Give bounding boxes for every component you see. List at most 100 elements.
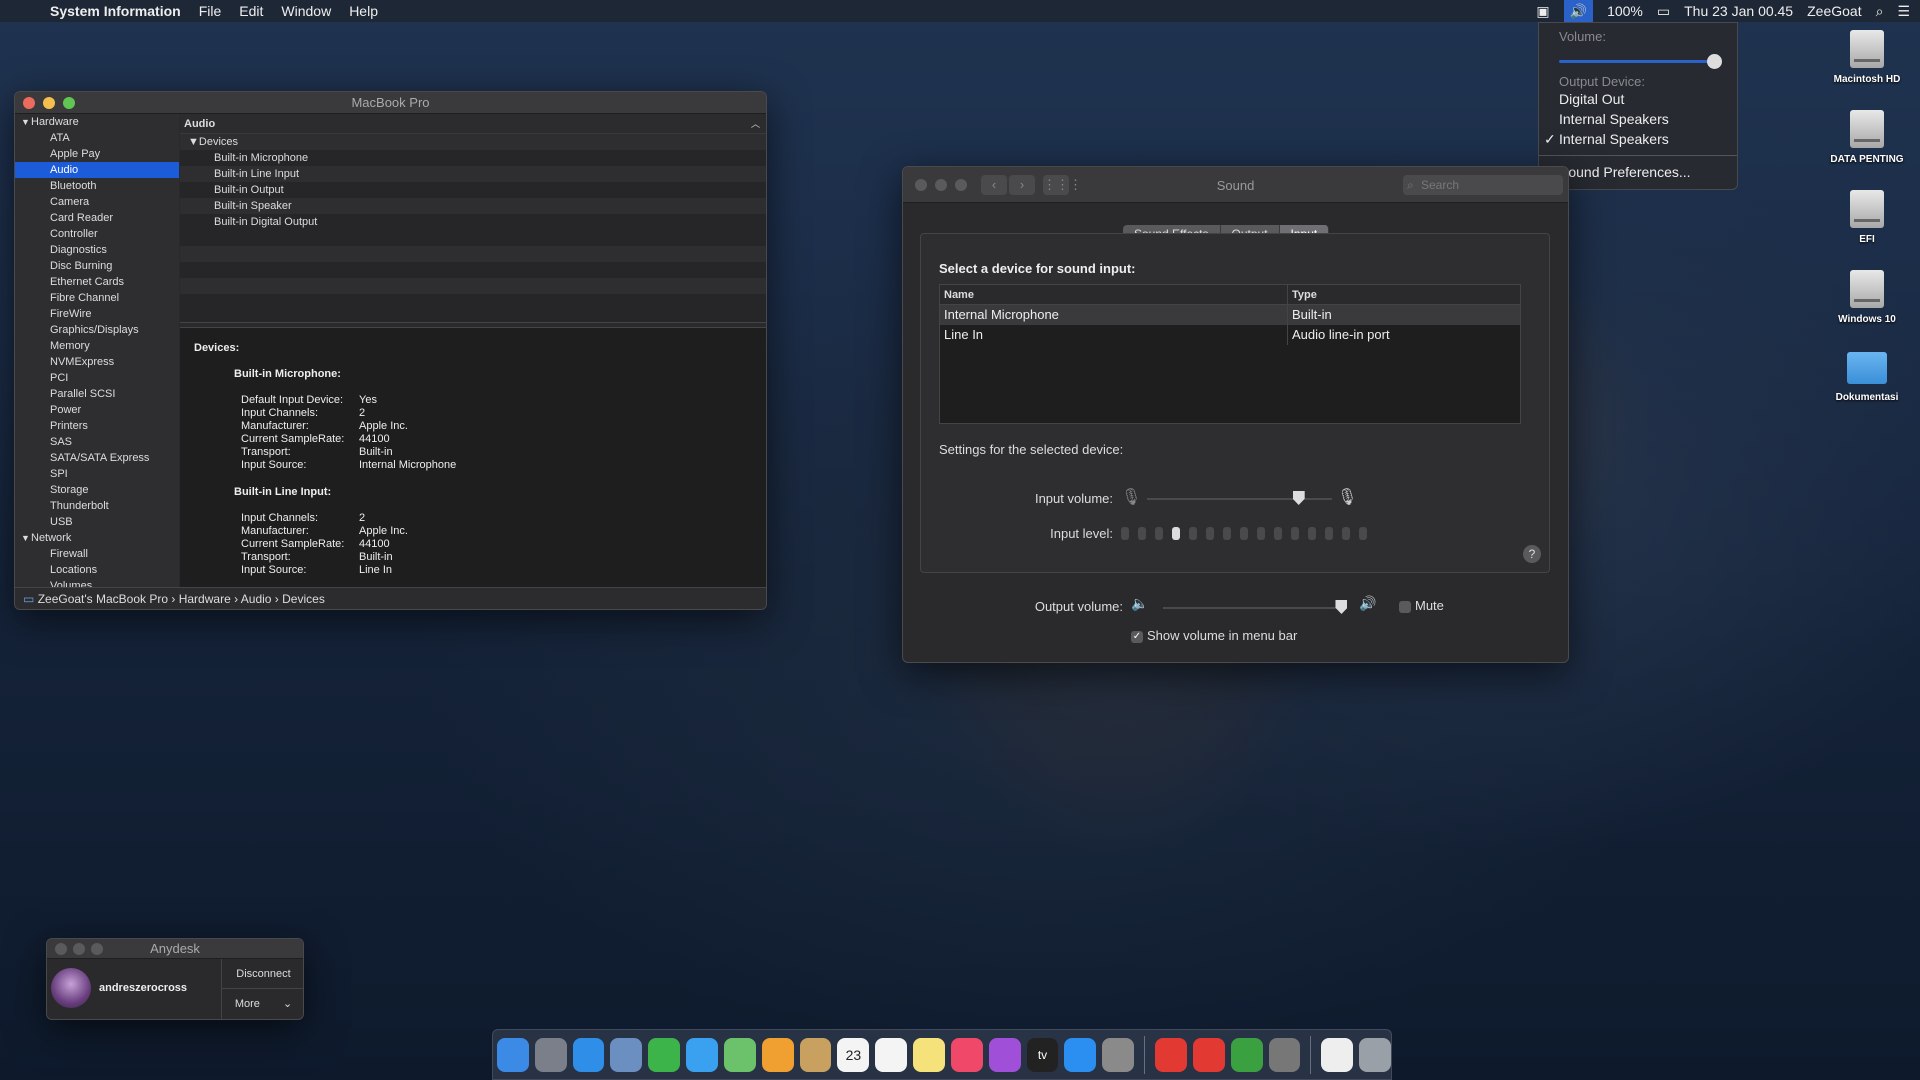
show-volume-checkbox[interactable]: ✓ Show volume in menu bar xyxy=(1131,628,1297,643)
spotlight-icon[interactable]: ⌕ xyxy=(1876,3,1884,20)
sidebar-item[interactable]: Storage xyxy=(15,482,179,498)
volume-slider-track[interactable] xyxy=(1559,60,1719,63)
table-row[interactable]: Built-in Output xyxy=(180,182,766,198)
network-icon[interactable] xyxy=(1230,1037,1263,1072)
notes-icon[interactable] xyxy=(799,1037,832,1072)
disconnect-button[interactable]: Disconnect xyxy=(222,959,303,989)
path-hardware[interactable]: Hardware xyxy=(179,592,231,606)
path-devices[interactable]: Devices xyxy=(282,592,325,606)
safari-icon[interactable] xyxy=(572,1037,605,1072)
table-row[interactable]: Line In Audio line-in port xyxy=(940,325,1520,345)
trash-icon[interactable] xyxy=(1359,1037,1391,1072)
table-row[interactable]: Built-in Digital Output xyxy=(180,214,766,230)
minimize-button[interactable] xyxy=(73,943,85,955)
sidebar-item[interactable]: Graphics/Displays xyxy=(15,322,179,338)
system-preferences-icon[interactable] xyxy=(1102,1037,1135,1072)
clock[interactable]: Thu 23 Jan 00.45 xyxy=(1684,3,1793,19)
sidebar-item[interactable]: SATA/SATA Express xyxy=(15,450,179,466)
column-name[interactable]: Name xyxy=(940,285,1288,304)
zoom-button[interactable] xyxy=(63,97,75,109)
sidebar-item[interactable]: Printers xyxy=(15,418,179,434)
output-volume-knob[interactable] xyxy=(1335,600,1348,614)
zoom-button[interactable] xyxy=(91,943,103,955)
path-computer[interactable]: ZeeGoat's MacBook Pro xyxy=(38,592,168,606)
desktop-icon-dokumentasi[interactable]: Dokumentasi xyxy=(1822,352,1912,403)
mute-checkbox[interactable]: Mute xyxy=(1399,598,1444,613)
photos-icon[interactable] xyxy=(761,1037,794,1072)
path-audio[interactable]: Audio xyxy=(241,592,272,606)
launchpad-icon[interactable] xyxy=(534,1037,567,1072)
menu-help[interactable]: Help xyxy=(349,3,378,19)
help-button[interactable]: ? xyxy=(1523,545,1541,563)
title-bar[interactable]: ‹ › ⋮⋮⋮ Sound ⌕ Search xyxy=(903,167,1568,203)
sidebar-item[interactable]: FireWire xyxy=(15,306,179,322)
column-type[interactable]: Type xyxy=(1288,285,1317,304)
minimize-button[interactable] xyxy=(43,97,55,109)
anydesk-icon[interactable] xyxy=(1155,1037,1187,1072)
notification-center-icon[interactable]: ☰ xyxy=(1897,3,1910,20)
close-button[interactable] xyxy=(55,943,67,955)
desktop-icon-macintosh-hd[interactable]: Macintosh HD xyxy=(1822,30,1912,85)
title-bar[interactable]: MacBook Pro xyxy=(15,92,766,114)
sidebar-item[interactable]: Disc Burning xyxy=(15,258,179,274)
display-icon[interactable]: ▣ xyxy=(1536,3,1549,20)
desktop-icon-windows-10[interactable]: Windows 10 xyxy=(1822,270,1912,325)
anydesk-icon-2[interactable] xyxy=(1192,1037,1225,1072)
finder-icon[interactable] xyxy=(497,1037,529,1072)
sidebar-item[interactable]: Audio xyxy=(15,162,179,178)
stickies-icon[interactable] xyxy=(913,1037,945,1072)
sidebar-item[interactable]: Apple Pay xyxy=(15,146,179,162)
devices-group-row[interactable]: ▼Devices xyxy=(180,134,766,150)
volume-menu-icon[interactable]: 🔊 xyxy=(1563,0,1594,22)
sidebar-group-network[interactable]: ▼Network xyxy=(15,530,179,546)
podcasts-icon[interactable] xyxy=(988,1037,1021,1072)
sidebar-item[interactable]: Card Reader xyxy=(15,210,179,226)
sidebar-item[interactable]: Firewall xyxy=(15,546,179,562)
more-button[interactable]: More ⌄ xyxy=(222,989,303,1019)
sidebar-item[interactable]: ATA xyxy=(15,130,179,146)
tv-icon[interactable]: tv xyxy=(1026,1037,1059,1072)
sidebar-item[interactable]: Controller xyxy=(15,226,179,242)
maps-icon[interactable] xyxy=(723,1037,756,1072)
appstore-icon[interactable] xyxy=(1064,1037,1097,1072)
sidebar-item[interactable]: Fibre Channel xyxy=(15,290,179,306)
output-device-internal-speakers[interactable]: Internal Speakers xyxy=(1539,109,1737,129)
menu-window[interactable]: Window xyxy=(281,3,331,19)
desktop-icon-efi[interactable]: EFI xyxy=(1822,190,1912,245)
messages-icon[interactable] xyxy=(686,1037,718,1072)
sidebar-group-hardware[interactable]: ▼Hardware xyxy=(15,114,179,130)
table-row[interactable]: Built-in Line Input xyxy=(180,166,766,182)
menu-edit[interactable]: Edit xyxy=(239,3,263,19)
sort-chevron-icon[interactable]: ︿ xyxy=(751,114,760,134)
table-row[interactable]: Built-in Speaker xyxy=(180,198,766,214)
menu-file[interactable]: File xyxy=(199,3,222,19)
sidebar-item[interactable]: Camera xyxy=(15,194,179,210)
search-field[interactable]: ⌕ Search xyxy=(1403,175,1563,195)
output-device-digital-out[interactable]: Digital Out xyxy=(1539,89,1737,109)
title-bar[interactable]: Anydesk xyxy=(47,939,303,959)
checkbox-unchecked[interactable] xyxy=(1399,600,1411,613)
table-header[interactable]: Audio ︿ xyxy=(180,114,766,134)
split-divider[interactable] xyxy=(180,322,766,328)
music-icon[interactable] xyxy=(950,1037,983,1072)
disclosure-triangle-icon[interactable]: ▼ xyxy=(188,136,199,148)
calendar-icon[interactable]: 23 xyxy=(837,1037,870,1072)
close-button[interactable] xyxy=(23,97,35,109)
disclosure-triangle-icon[interactable]: ▼ xyxy=(21,114,31,130)
desktop-icon-data-penting[interactable]: DATA PENTING xyxy=(1822,110,1912,165)
table-row[interactable]: Built-in Microphone xyxy=(180,150,766,166)
sidebar-item[interactable]: USB xyxy=(15,514,179,530)
input-volume-knob[interactable] xyxy=(1292,491,1305,505)
sidebar-item[interactable]: SAS xyxy=(15,434,179,450)
sidebar-item[interactable]: Memory xyxy=(15,338,179,354)
battery-icon[interactable]: ▭ xyxy=(1657,3,1670,20)
sidebar-item[interactable]: Diagnostics xyxy=(15,242,179,258)
disclosure-triangle-icon[interactable]: ▼ xyxy=(21,530,31,546)
preview-icon[interactable] xyxy=(610,1037,643,1072)
sidebar-item[interactable]: Parallel SCSI xyxy=(15,386,179,402)
reminders-icon[interactable] xyxy=(875,1037,908,1072)
output-device-internal-speakers-selected[interactable]: ✓ Internal Speakers xyxy=(1539,129,1737,149)
sidebar-item[interactable]: SPI xyxy=(15,466,179,482)
sidebar-item[interactable]: Thunderbolt xyxy=(15,498,179,514)
sidebar-item[interactable]: Locations xyxy=(15,562,179,578)
